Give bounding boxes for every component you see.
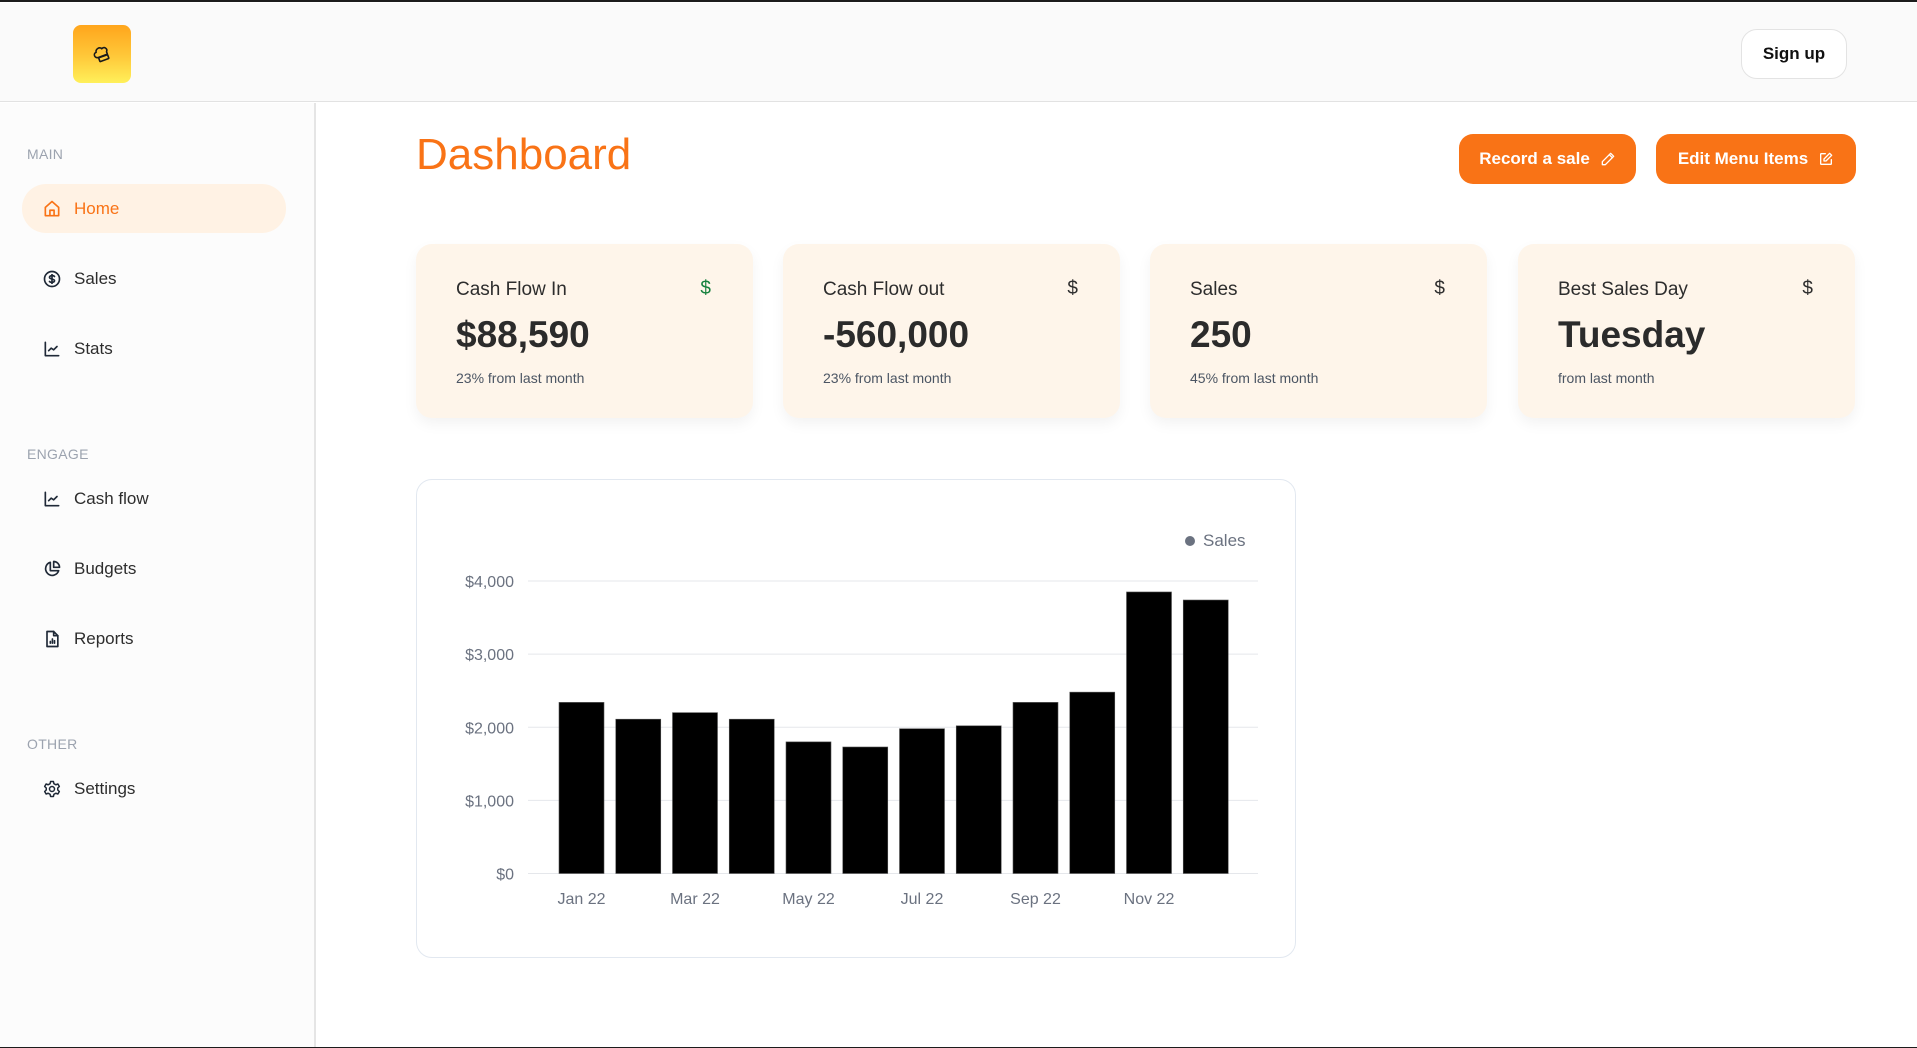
chart-legend[interactable]: Sales <box>1185 531 1246 551</box>
sidebar-item-settings[interactable]: Settings <box>22 764 286 813</box>
edit-menu-items-button[interactable]: Edit Menu Items <box>1656 134 1856 184</box>
sidebar-item-reports[interactable]: Reports <box>22 614 286 663</box>
dollar-circle-icon <box>42 269 62 289</box>
stat-card-cash-flow-out: Cash Flow out $ -560,000 23% from last m… <box>783 244 1120 418</box>
stat-subtext: from last month <box>1558 370 1655 386</box>
home-icon <box>42 199 62 219</box>
edit-menu-items-label: Edit Menu Items <box>1677 149 1809 168</box>
sidebar-item-sales[interactable]: Sales <box>22 254 286 303</box>
line-chart-icon <box>42 489 62 509</box>
app-logo[interactable] <box>73 25 131 83</box>
chef-hat-icon <box>93 46 110 63</box>
sidebar-item-label: Settings <box>74 778 136 798</box>
record-sale-label: Record a sale <box>1479 149 1590 168</box>
stat-value: -560,000 <box>823 314 970 355</box>
sidebar-item-home[interactable]: Home <box>22 184 286 233</box>
sidebar-item-budgets[interactable]: Budgets <box>22 544 286 593</box>
dollar-icon: $ <box>1067 278 1078 299</box>
pencil-icon <box>1601 152 1615 166</box>
report-file-icon <box>42 629 62 649</box>
stat-subtext: 23% from last month <box>823 370 952 386</box>
legend-dot <box>1185 536 1195 546</box>
stat-title: Sales <box>1190 279 1238 300</box>
stat-value: $88,590 <box>456 314 590 355</box>
dollar-icon: $ <box>1802 278 1813 299</box>
top-header: Sign up <box>0 3 1917 102</box>
gear-icon <box>42 779 62 799</box>
sidebar-item-label: Reports <box>74 628 134 648</box>
line-chart-icon <box>42 339 62 359</box>
stat-card-sales: Sales $ 250 45% from last month <box>1150 244 1487 418</box>
legend-label: Sales <box>1203 531 1246 550</box>
sign-up-button[interactable]: Sign up <box>1741 29 1847 79</box>
record-sale-button[interactable]: Record a sale <box>1459 134 1636 184</box>
pie-chart-icon <box>42 559 62 579</box>
sidebar-item-label: Stats <box>74 338 113 358</box>
edit-square-icon <box>1820 152 1833 165</box>
dollar-icon: $ <box>1434 278 1445 299</box>
sidebar: MAIN Home Sales Stats ENGAGE Cash flow B… <box>0 103 316 1047</box>
sidebar-section-engage: ENGAGE <box>27 446 89 462</box>
sidebar-item-label: Home <box>74 198 120 218</box>
page-title: Dashboard <box>416 130 632 179</box>
sidebar-item-cash-flow[interactable]: Cash flow <box>22 474 286 523</box>
stat-card-best-sales-day: Best Sales Day $ Tuesday from last month <box>1518 244 1855 418</box>
sidebar-item-stats[interactable]: Stats <box>22 324 286 373</box>
sales-chart-card <box>416 479 1296 958</box>
stat-subtext: 23% from last month <box>456 370 585 386</box>
stat-value: Tuesday <box>1558 314 1706 355</box>
stat-card-cash-flow-in: Cash Flow In $ $88,590 23% from last mon… <box>416 244 753 418</box>
sidebar-item-label: Budgets <box>74 558 137 578</box>
stat-value: 250 <box>1190 314 1252 355</box>
sidebar-section-main: MAIN <box>27 146 64 162</box>
stat-subtext: 45% from last month <box>1190 370 1319 386</box>
stat-title: Best Sales Day <box>1558 279 1688 300</box>
sidebar-item-label: Sales <box>74 268 117 288</box>
stat-title: Cash Flow In <box>456 279 567 300</box>
stat-title: Cash Flow out <box>823 279 945 300</box>
sidebar-item-label: Cash flow <box>74 488 149 508</box>
dollar-icon: $ <box>700 278 711 299</box>
sidebar-section-other: OTHER <box>27 736 78 752</box>
